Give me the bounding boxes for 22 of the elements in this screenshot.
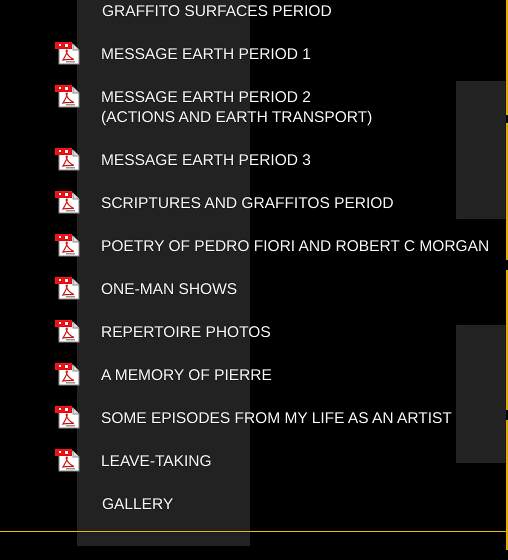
- pdf-file-icon: [55, 319, 81, 343]
- menu-link[interactable]: MESSAGE EARTH PERIOD 3: [101, 151, 311, 171]
- menu-link[interactable]: ONE-MAN SHOWS: [101, 280, 238, 300]
- menu-link[interactable]: REPERTOIRE PHOTOS: [101, 323, 271, 343]
- pdf-file-icon: [55, 84, 81, 108]
- menu-link[interactable]: LEAVE-TAKING: [101, 452, 212, 472]
- menu-link[interactable]: A MEMORY OF PIERRE: [101, 366, 272, 386]
- pdf-file-icon: [55, 190, 81, 214]
- menu-link[interactable]: MESSAGE EARTH PERIOD 1: [101, 45, 311, 65]
- menu-link[interactable]: POETRY OF PEDRO FIORI AND ROBERT C MORGAN: [101, 237, 490, 257]
- menu-link[interactable]: MESSAGE EARTH PERIOD 2 (ACTIONS AND EARTH TRANSPORT): [101, 88, 372, 128]
- pdf-file-icon: [55, 147, 81, 171]
- menu-link[interactable]: SCRIPTURES AND GRAFFITOS PERIOD: [101, 194, 394, 214]
- pdf-file-icon: [55, 233, 81, 257]
- pdf-file-icon: [55, 405, 81, 429]
- menu-link[interactable]: SOME EPISODES FROM MY LIFE AS AN ARTIST: [101, 409, 452, 429]
- pdf-file-icon: [55, 41, 81, 65]
- pdf-file-icon: [55, 362, 81, 386]
- pdf-file-icon: [55, 448, 81, 472]
- pdf-file-icon: [55, 276, 81, 300]
- menu-link[interactable]: GRAFFITO SURFACES PERIOD: [102, 2, 332, 22]
- menu-link[interactable]: GALLERY: [102, 495, 174, 515]
